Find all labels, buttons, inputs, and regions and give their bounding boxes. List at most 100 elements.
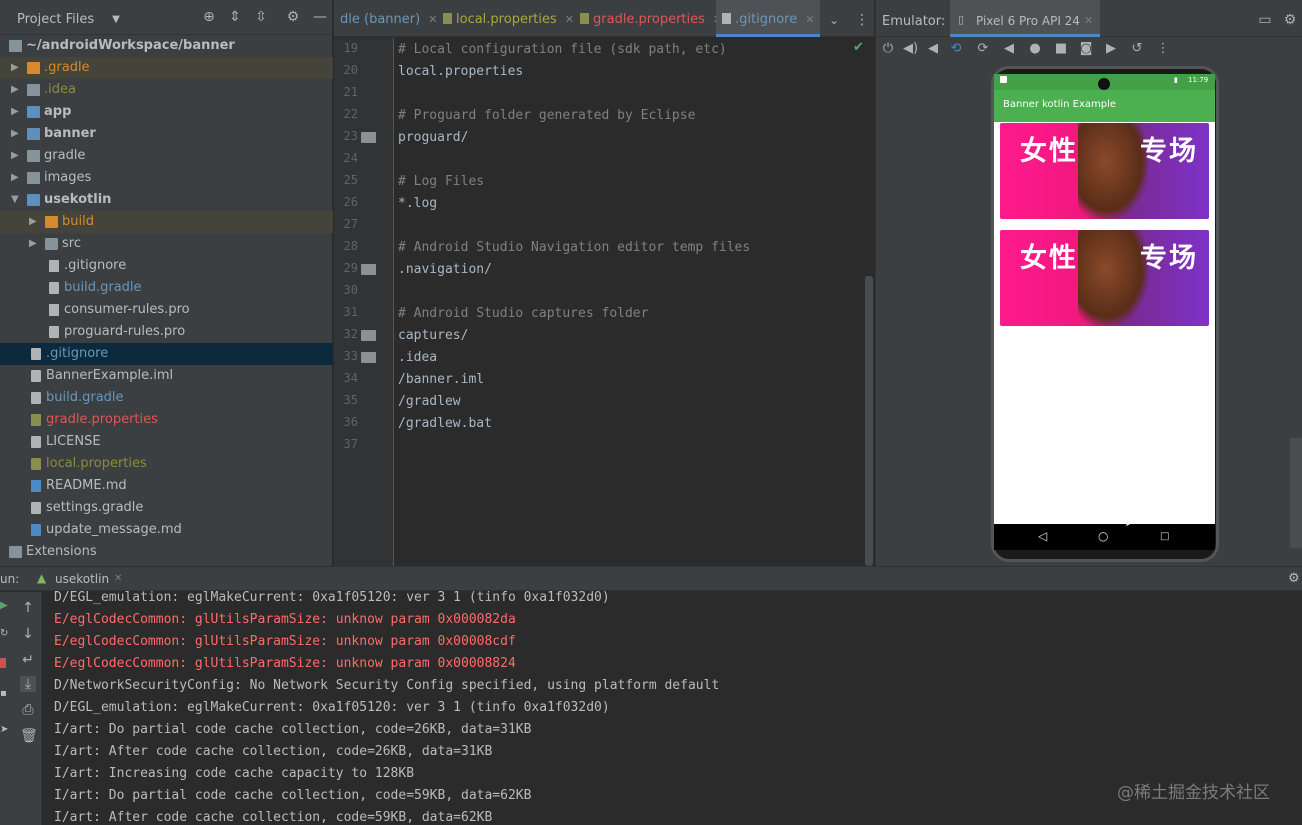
- tree-item[interactable]: gradle.properties: [0, 409, 333, 431]
- print-icon[interactable]: ⎙: [20, 702, 36, 718]
- collapse-all-icon[interactable]: ⇳: [253, 9, 269, 25]
- project-view-selector[interactable]: Project Files ▼: [0, 12, 120, 27]
- code-editor[interactable]: # Local configuration file (sdk path, et…: [395, 38, 865, 566]
- phone-screen[interactable]: ▮ 11:79 Banner kotlin Example 女性 专场 女性 专…: [994, 74, 1215, 550]
- tree-item[interactable]: update_message.md: [0, 519, 333, 541]
- tabs-dropdown-icon[interactable]: ⌄: [826, 12, 842, 28]
- chevron-right-icon[interactable]: ▶: [29, 211, 39, 233]
- device-icon: ▯: [958, 13, 965, 26]
- rotate-right-icon[interactable]: ⟳: [976, 42, 990, 56]
- nav-home-icon[interactable]: ○: [1098, 529, 1108, 543]
- tree-item[interactable]: ▼ usekotlin: [0, 189, 333, 211]
- maximize-icon[interactable]: ▭: [1257, 12, 1273, 28]
- tree-item[interactable]: ▶ src: [0, 233, 333, 255]
- tree-item[interactable]: BannerExample.iml: [0, 365, 333, 387]
- nav-recents-icon[interactable]: □: [1160, 531, 1169, 542]
- line-number: 30: [343, 283, 358, 297]
- chevron-right-icon[interactable]: ▶: [11, 101, 21, 123]
- soft-wrap-icon[interactable]: ↵: [20, 652, 36, 668]
- home-icon[interactable]: ●: [1028, 42, 1042, 56]
- tree-item[interactable]: ▶ app: [0, 101, 333, 123]
- hide-panel-icon[interactable]: —: [312, 9, 328, 25]
- more-icon[interactable]: ⋮: [1156, 42, 1170, 56]
- close-icon[interactable]: ✕: [1084, 14, 1093, 27]
- gear-icon[interactable]: ⚙: [285, 9, 301, 25]
- chevron-right-icon[interactable]: ▶: [11, 145, 21, 167]
- project-panel: Project Files ▼ ⊕ ⇕ ⇳ ⚙ — ~/androidWorks…: [0, 0, 333, 566]
- tree-item[interactable]: ▶ .gradle: [0, 57, 333, 79]
- banner-model-image: [1078, 230, 1148, 326]
- back-icon[interactable]: ◀: [1002, 42, 1016, 56]
- tree-item[interactable]: README.md: [0, 475, 333, 497]
- tree-item[interactable]: ▶ gradle: [0, 145, 333, 167]
- close-icon[interactable]: ✕: [565, 13, 574, 26]
- tree-item[interactable]: build.gradle: [0, 387, 333, 409]
- tree-item[interactable]: ▶ images: [0, 167, 333, 189]
- tree-item[interactable]: ~/androidWorkspace/banner: [0, 35, 333, 57]
- line-number: 28: [343, 239, 358, 253]
- snapshot-icon[interactable]: ↺: [1130, 42, 1144, 56]
- arrow-down-icon[interactable]: ↓: [20, 626, 36, 642]
- emulator-side-panel[interactable]: [1290, 438, 1302, 548]
- line-number: 22: [343, 107, 358, 121]
- chevron-down-icon[interactable]: ▼: [11, 189, 21, 211]
- close-icon[interactable]: ✕: [114, 573, 122, 584]
- code-line: local.properties: [398, 64, 524, 79]
- layout-icon[interactable]: ▪: [0, 688, 7, 699]
- nav-back-icon[interactable]: ◁: [1038, 529, 1047, 543]
- tree-item[interactable]: .gitignore: [0, 343, 333, 365]
- expand-all-icon[interactable]: ⇕: [227, 9, 243, 25]
- tree-item[interactable]: settings.gradle: [0, 497, 333, 519]
- gear-icon[interactable]: ⚙: [1282, 12, 1298, 28]
- locate-icon[interactable]: ⊕: [201, 9, 217, 25]
- tree-item[interactable]: build.gradle: [0, 277, 333, 299]
- tab-build-gradle-banner[interactable]: dle (banner) ✕: [334, 0, 437, 37]
- tab-local-properties[interactable]: local.properties ✕: [437, 0, 574, 37]
- volume-up-icon[interactable]: ◀): [903, 42, 918, 56]
- tree-item-label: update_message.md: [46, 522, 182, 537]
- tab-gitignore[interactable]: .gitignore ✕: [716, 0, 820, 37]
- chevron-right-icon[interactable]: ▶: [11, 123, 21, 145]
- tree-item[interactable]: LICENSE: [0, 431, 333, 453]
- rotate-left-icon[interactable]: ⟲: [949, 42, 963, 56]
- scroll-to-end-icon[interactable]: ⤓: [20, 676, 36, 692]
- tab-label: .gitignore: [735, 12, 798, 27]
- stop-icon[interactable]: [0, 658, 6, 668]
- close-icon[interactable]: ✕: [805, 13, 814, 26]
- tree-item[interactable]: .gitignore: [0, 255, 333, 277]
- tab-run-config[interactable]: ▲ usekotlin ✕: [30, 567, 134, 592]
- more-icon[interactable]: ⋮: [854, 12, 870, 28]
- tree-item[interactable]: ▶ banner: [0, 123, 333, 145]
- rerun-icon[interactable]: ▶: [0, 600, 8, 611]
- record-icon[interactable]: ▶: [1104, 42, 1118, 56]
- tree-item[interactable]: ▶ build: [0, 211, 333, 233]
- overview-icon[interactable]: ■: [1054, 42, 1068, 56]
- tab-gradle-properties[interactable]: gradle.properties✕: [574, 0, 722, 37]
- gear-icon[interactable]: ⚙: [1288, 571, 1300, 586]
- pin-icon[interactable]: ➤: [0, 724, 8, 735]
- power-icon[interactable]: ⏻: [881, 42, 895, 56]
- tree-item[interactable]: Extensions: [0, 541, 333, 563]
- tree-item[interactable]: local.properties: [0, 453, 333, 475]
- banner-image[interactable]: 女性 专场: [1000, 123, 1209, 219]
- trash-icon[interactable]: 🗑: [20, 728, 38, 744]
- console-output[interactable]: D/EGL_emulation: eglMakeCurrent: 0xa1f05…: [43, 590, 1302, 825]
- volume-down-icon[interactable]: ◀: [926, 42, 940, 56]
- camera-cutout: [1098, 78, 1110, 90]
- chevron-right-icon[interactable]: ▶: [11, 167, 21, 189]
- banner-image[interactable]: 女性 专场: [1000, 230, 1209, 326]
- properties-icon: [443, 13, 452, 24]
- tab-emulator-device[interactable]: ▯ Pixel 6 Pro API 24 ✕: [950, 0, 1100, 37]
- arrow-up-icon[interactable]: ↑: [20, 600, 36, 616]
- tree-item[interactable]: ▶ .idea: [0, 79, 333, 101]
- editor-scrollbar[interactable]: [865, 276, 873, 566]
- refresh-icon[interactable]: ↻: [0, 628, 8, 639]
- tree-item[interactable]: consumer-rules.pro: [0, 299, 333, 321]
- chevron-down-icon: ▼: [112, 14, 120, 25]
- tree-item[interactable]: proguard-rules.pro: [0, 321, 333, 343]
- chevron-right-icon[interactable]: ▶: [11, 57, 21, 79]
- folder-icon: [27, 150, 40, 162]
- chevron-right-icon[interactable]: ▶: [11, 79, 21, 101]
- chevron-right-icon[interactable]: ▶: [29, 233, 39, 255]
- camera-icon[interactable]: ◙: [1079, 42, 1093, 56]
